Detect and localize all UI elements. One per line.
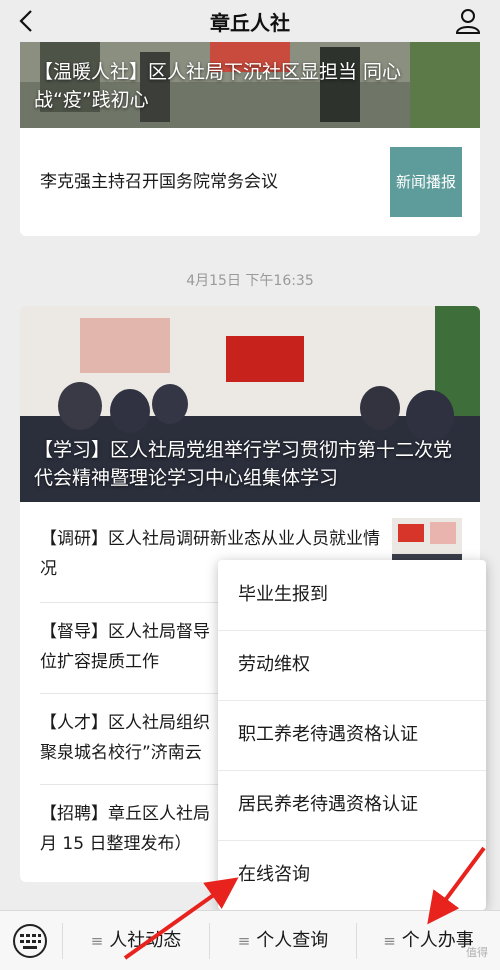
watermark: 值得 — [466, 946, 488, 959]
card2-headline: 【学习】区人社局党组举行学习贯彻市第十二次党代会精神暨理论学习中心组集体学习 — [34, 439, 453, 489]
top-bar: 章丘人社 — [0, 0, 500, 42]
menu-button-news[interactable]: ≡ 人社动态 — [63, 911, 209, 970]
card1-sub-title: 李克强主持召开国务院常务会议 — [40, 172, 278, 192]
timestamp: 4月15日 下午16:35 — [186, 273, 314, 289]
news-thumbnail-label: 新闻播报 — [395, 173, 456, 191]
menu-hamburger-icon: ≡ — [237, 932, 251, 950]
list-item-text: 【督导】区人社局督导 — [40, 622, 210, 642]
menu-button-personal-query[interactable]: ≡ 个人查询 — [210, 911, 356, 970]
menu-button-label: 个人办事 — [401, 930, 474, 951]
menu-hamburger-icon: ≡ — [383, 932, 396, 950]
news-thumbnail: 新闻播报 — [390, 147, 462, 217]
page-title: 章丘人社 — [210, 11, 290, 35]
menu-item-graduate-report[interactable]: 毕业生报到 — [218, 560, 486, 630]
menu-button-personal-affairs[interactable]: ≡ 个人办事 — [357, 911, 500, 970]
list-item-text-line2: 位扩容提质工作 — [40, 652, 159, 672]
menu-button-label: 人社动态 — [109, 930, 182, 951]
article-card-1: 【温暖人社】区人社局下沉社区显担当 同心战“疫”践初心 李克强主持召开国务院常务… — [20, 42, 480, 236]
hero-image-2[interactable]: 【学习】区人社局党组举行学习贯彻市第十二次党代会精神暨理论学习中心组集体学习 — [20, 306, 480, 502]
bottom-menu-bar: ≡ 人社动态 ≡ 个人查询 ≡ 个人办事 — [0, 910, 500, 970]
list-item-text: 【招聘】章丘区人社局 — [40, 804, 210, 824]
menu-item-labor-rights[interactable]: 劳动维权 — [218, 630, 486, 700]
menu-item-online-consult[interactable]: 在线咨询 — [218, 840, 486, 910]
list-item-text-line2: 聚泉城名校行”济南云 — [40, 743, 202, 763]
card1-headline: 【温暖人社】区人社局下沉社区显担当 同心战“疫”践初心 — [34, 61, 402, 111]
menu-button-label: 个人查询 — [256, 930, 329, 951]
list-item-text-line2: 月 15 日整理发布） — [40, 834, 192, 854]
submenu-popup: 毕业生报到 劳动维权 职工养老待遇资格认证 居民养老待遇资格认证 在线咨询 — [218, 560, 486, 910]
menu-item-resident-pension-auth[interactable]: 居民养老待遇资格认证 — [218, 770, 486, 840]
list-item-text: 【人才】区人社局组织 — [40, 713, 210, 733]
menu-hamburger-icon: ≡ — [90, 932, 104, 950]
card1-sub-item[interactable]: 李克强主持召开国务院常务会议 新闻播报 — [20, 128, 480, 236]
user-icon[interactable] — [454, 7, 482, 35]
keyboard-icon[interactable] — [12, 924, 48, 958]
menu-item-employee-pension-auth[interactable]: 职工养老待遇资格认证 — [218, 700, 486, 770]
hero-image-1[interactable]: 【温暖人社】区人社局下沉社区显担当 同心战“疫”践初心 — [20, 42, 480, 128]
